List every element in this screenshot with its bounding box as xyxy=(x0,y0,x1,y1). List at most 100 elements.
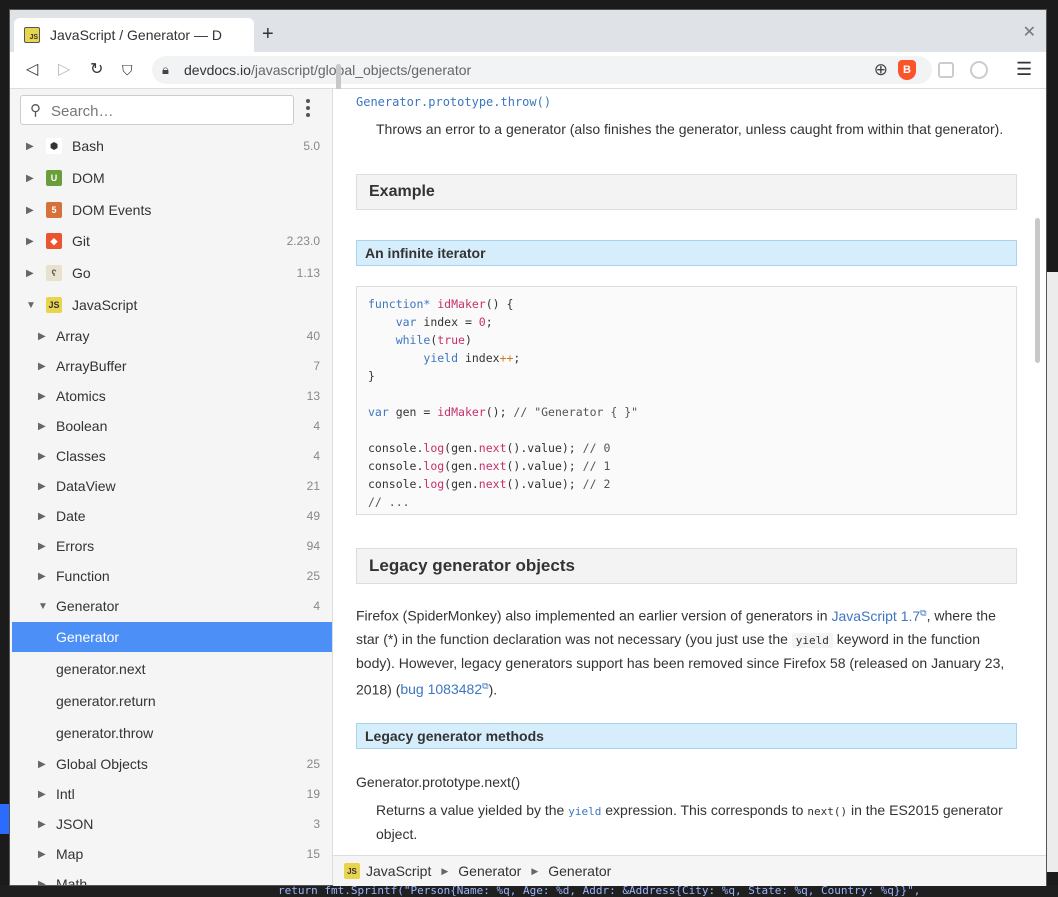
search-box[interactable]: ⚲ xyxy=(20,95,294,125)
code-line: while(true) xyxy=(395,333,472,347)
expand-arrow-icon[interactable]: ▶ xyxy=(38,451,46,462)
sidebar-item-generator-next[interactable]: generator.next xyxy=(10,654,332,684)
back-arrow-icon[interactable]: ◁ xyxy=(26,60,38,80)
sidebar-item-go[interactable]: ▶ ʕ Go 1.13 xyxy=(10,258,332,288)
tab-title: JavaScript / Generator — D xyxy=(50,27,222,43)
sidebar-item-atomics[interactable]: ▶ Atomics 13 xyxy=(10,381,332,411)
sidebar-item-label: JavaScript xyxy=(72,297,138,313)
bookmark-icon[interactable]: ⛉ xyxy=(122,60,133,80)
expand-arrow-icon[interactable]: ▶ xyxy=(26,173,34,184)
sidebar-item-count: 25 xyxy=(306,569,320,583)
sidebar-item-label: ArrayBuffer xyxy=(56,358,127,374)
search-input[interactable] xyxy=(49,100,283,122)
expand-arrow-icon[interactable]: ▶ xyxy=(38,571,46,582)
expand-arrow-icon[interactable]: ▶ xyxy=(38,331,46,342)
sidebar-item-label: Map xyxy=(56,846,84,862)
sidebar-item-bash[interactable]: ▶ ⬢ Bash 5.0 xyxy=(10,131,332,161)
background-window xyxy=(1047,272,1058,872)
sidebar-item-generator-folder[interactable]: ▼ Generator 4 xyxy=(10,591,332,621)
collapse-arrow-icon[interactable]: ▼ xyxy=(26,300,36,311)
next-text-1: Returns a value yielded by the xyxy=(376,802,565,818)
background-terminal-text: return fmt.Sprintf("Person{Name: %q, Age… xyxy=(278,885,921,897)
zoom-plus-icon[interactable]: ⊕ xyxy=(874,60,888,80)
sidebar-item-dom-events[interactable]: ▶ 5 DOM Events xyxy=(10,195,332,225)
close-window-icon[interactable]: ✕ xyxy=(1023,22,1036,42)
hamburger-menu-icon[interactable]: ☰ xyxy=(1016,59,1032,80)
forward-arrow-icon[interactable]: ▷ xyxy=(58,60,70,80)
tab-devdocs[interactable]: JS JavaScript / Generator — D xyxy=(14,18,254,52)
sidebar-item-git[interactable]: ▶ ◆ Git 2.23.0 xyxy=(10,226,332,256)
next-text-2: expression. This corresponds to xyxy=(605,802,804,818)
code-line: var gen = idMaker(); // "Generator { }" xyxy=(368,405,639,419)
breadcrumb-separator-icon: ▶ xyxy=(441,865,449,876)
sidebar-item-label: Go xyxy=(72,265,91,281)
sidebar-item-json[interactable]: ▶ JSON 3 xyxy=(10,809,332,839)
sidebar-item-label: Generator xyxy=(56,629,120,645)
bash-logo-icon: ⬢ xyxy=(46,138,62,154)
sidebar-item-generator-throw[interactable]: generator.throw xyxy=(10,718,332,748)
breadcrumb-bar: JS JavaScript ▶ Generator ▶ Generator xyxy=(333,855,1046,886)
expand-arrow-icon[interactable]: ▶ xyxy=(38,759,46,770)
sidebar-item-dataview[interactable]: ▶ DataView 21 xyxy=(10,471,332,501)
sidebar-item-intl[interactable]: ▶ Intl 19 xyxy=(10,779,332,809)
sidebar-item-boolean[interactable]: ▶ Boolean 4 xyxy=(10,411,332,441)
expand-arrow-icon[interactable]: ▶ xyxy=(38,481,46,492)
expand-arrow-icon[interactable]: ▶ xyxy=(26,268,34,279)
bug-link[interactable]: bug 1083482⧉ xyxy=(400,681,488,698)
expand-arrow-icon[interactable]: ▶ xyxy=(38,511,46,522)
expand-arrow-icon[interactable]: ▶ xyxy=(38,361,46,372)
sidebar-item-count: 40 xyxy=(306,329,320,343)
address-url[interactable]: devdocs.io/javascript/global_objects/gen… xyxy=(184,62,471,78)
sidebar-item-generator[interactable]: Generator xyxy=(12,622,332,652)
sidebar-item-map[interactable]: ▶ Map 15 xyxy=(10,839,332,869)
sidebar-item-errors[interactable]: ▶ Errors 94 xyxy=(10,531,332,561)
git-logo-icon: ◆ xyxy=(46,233,62,249)
bug-link-text: bug 1083482 xyxy=(400,681,483,698)
collapse-arrow-icon[interactable]: ▼ xyxy=(38,601,48,612)
extension-face-icon[interactable] xyxy=(970,61,988,79)
breadcrumb-javascript[interactable]: JavaScript xyxy=(366,863,431,879)
breadcrumb-generator[interactable]: Generator xyxy=(458,863,521,879)
sidebar-item-label: Date xyxy=(56,508,86,524)
code-line: console.log(gen.next().value); // 2 xyxy=(368,477,611,491)
sidebar-item-javascript[interactable]: ▼ JS JavaScript xyxy=(10,290,332,320)
sidebar-item-arraybuffer[interactable]: ▶ ArrayBuffer 7 xyxy=(10,351,332,381)
expand-arrow-icon[interactable]: ▶ xyxy=(38,391,46,402)
breadcrumb-separator-icon: ▶ xyxy=(531,865,539,876)
doc-content: Generator.prototype.throw() Throws an er… xyxy=(333,89,1044,855)
expand-arrow-icon[interactable]: ▶ xyxy=(38,879,46,886)
brave-shields-icon[interactable]: B xyxy=(898,60,916,80)
legacy-text-1: Firefox (SpiderMonkey) also implemented … xyxy=(356,607,828,624)
expand-arrow-icon[interactable]: ▶ xyxy=(38,541,46,552)
expand-arrow-icon[interactable]: ▶ xyxy=(26,205,34,216)
sidebar-item-array[interactable]: ▶ Array 40 xyxy=(10,321,332,351)
sidebar-item-classes[interactable]: ▶ Classes 4 xyxy=(10,441,332,471)
address-bar[interactable]: 🔒︎ devdocs.io/javascript/global_objects/… xyxy=(152,56,932,84)
expand-arrow-icon[interactable]: ▶ xyxy=(26,236,34,247)
sidebar-item-generator-return[interactable]: generator.return xyxy=(10,686,332,716)
sidebar-item-function[interactable]: ▶ Function 25 xyxy=(10,561,332,591)
heading-legacy-objects: Legacy generator objects xyxy=(356,548,1017,584)
expand-arrow-icon[interactable]: ▶ xyxy=(38,849,46,860)
expand-arrow-icon[interactable]: ▶ xyxy=(26,141,34,152)
dom-events-logo-icon: 5 xyxy=(46,202,62,218)
extension-icon[interactable] xyxy=(938,62,954,78)
expand-arrow-icon[interactable]: ▶ xyxy=(38,819,46,830)
search-icon: ⚲ xyxy=(30,102,41,119)
sidebar-item-date[interactable]: ▶ Date 49 xyxy=(10,501,332,531)
sidebar-item-global-objects[interactable]: ▶ Global Objects 25 xyxy=(10,749,332,779)
background-window-edge xyxy=(0,804,10,834)
reload-icon[interactable]: ↻ xyxy=(90,60,103,80)
sidebar-item-label: Generator xyxy=(56,598,120,614)
expand-arrow-icon[interactable]: ▶ xyxy=(38,421,46,432)
sidebar-item-dom[interactable]: ▶ U DOM xyxy=(10,163,332,193)
javascript-1-7-link[interactable]: JavaScript 1.7⧉ xyxy=(831,607,926,624)
more-options-icon[interactable] xyxy=(306,99,310,120)
expand-arrow-icon[interactable]: ▶ xyxy=(38,789,46,800)
sidebar-item-math[interactable]: ▶ Math xyxy=(10,869,332,885)
content-scrollbar[interactable] xyxy=(1035,218,1040,363)
sidebar-item-count: 15 xyxy=(306,847,320,861)
breadcrumb-generator-page[interactable]: Generator xyxy=(548,863,611,879)
new-tab-plus-icon[interactable]: + xyxy=(262,24,274,44)
